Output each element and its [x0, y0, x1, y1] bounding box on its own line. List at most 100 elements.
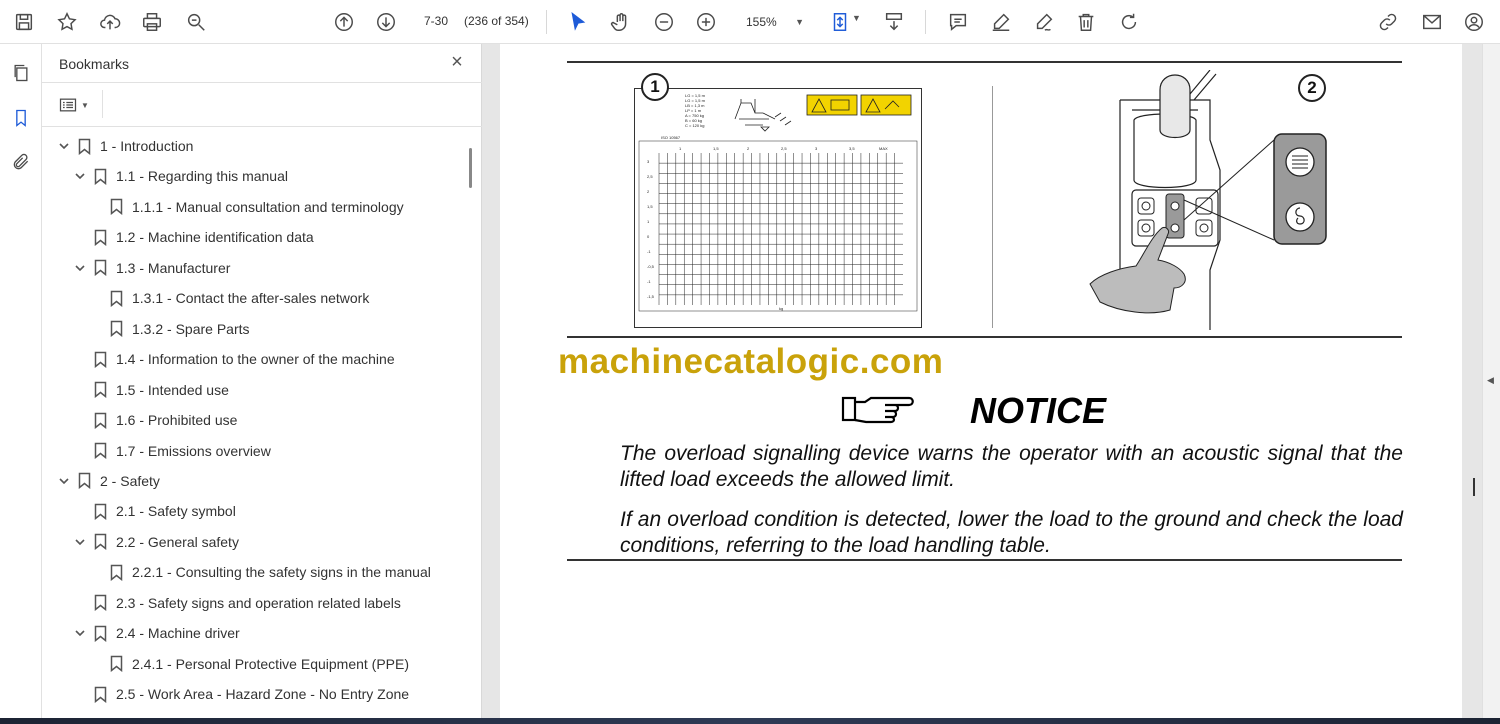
bookmark-label: 1.5 - Intended use — [116, 381, 229, 398]
chart-row-label: 2,5 — [647, 174, 653, 179]
bookmark-icon — [108, 655, 124, 673]
pointing-hand-icon — [841, 396, 914, 424]
fit-page-icon[interactable] — [826, 8, 854, 36]
zoom-out-icon[interactable] — [650, 8, 678, 36]
bookmark-item[interactable]: 1.1.1 - Manual consultation and terminol… — [108, 195, 404, 219]
page-number-input[interactable]: 7-30 — [424, 14, 448, 28]
chevron-down-icon: ▼ — [81, 100, 89, 110]
share-link-icon[interactable] — [1374, 8, 1402, 36]
bookmark-star-icon[interactable] — [53, 8, 81, 36]
bookmark-label: 1.1 - Regarding this manual — [116, 168, 288, 185]
chart-row-label: 2 — [647, 189, 650, 194]
comment-icon[interactable] — [944, 8, 972, 36]
bookmark-item[interactable]: 2.4.1 - Personal Protective Equipment (P… — [108, 652, 409, 676]
bookmark-icon — [108, 198, 124, 216]
chevron-down-icon[interactable] — [72, 534, 88, 550]
bookmark-options-menu[interactable]: ▼ — [58, 94, 92, 116]
bookmark-item[interactable]: 1.5 - Intended use — [72, 378, 229, 402]
list-options-icon — [59, 98, 77, 112]
upload-cloud-icon[interactable] — [96, 8, 124, 36]
attachments-paperclip-icon[interactable] — [8, 149, 34, 175]
bookmark-icon — [92, 624, 108, 642]
bookmark-item[interactable]: 1.3 - Manufacturer — [72, 256, 230, 280]
bookmark-label: 1.4 - Information to the owner of the ma… — [116, 351, 395, 368]
print-icon[interactable] — [138, 8, 166, 36]
bookmark-icon — [108, 563, 124, 581]
notice-paragraph-1: The overload signalling device warns the… — [620, 442, 1403, 491]
hand-tool-icon[interactable] — [607, 8, 635, 36]
draw-sign-icon[interactable] — [1030, 8, 1058, 36]
bookmark-item[interactable]: 1.4 - Information to the owner of the ma… — [72, 347, 395, 371]
bookmark-icon — [92, 533, 108, 551]
bookmark-item[interactable]: 2 - Safety — [56, 469, 160, 493]
chart-max-label: MAX — [879, 146, 888, 151]
save-icon[interactable] — [10, 8, 38, 36]
bookmark-item[interactable]: 2.5 - Work Area - Hazard Zone - No Entry… — [72, 682, 409, 706]
chevron-down-icon[interactable] — [72, 260, 88, 276]
figure-number-1: 1 — [641, 73, 669, 101]
chevron-down-icon[interactable] — [56, 473, 72, 489]
zoom-search-icon[interactable] — [182, 8, 210, 36]
bookmark-item[interactable]: 2.2.1 - Consulting the safety signs in t… — [108, 560, 431, 584]
page-thumbnails-icon[interactable] — [8, 60, 34, 86]
notice-heading: NOTICE — [970, 390, 1107, 431]
svg-text:C = 120 kg: C = 120 kg — [685, 123, 704, 128]
bookmark-item[interactable]: 1.6 - Prohibited use — [72, 408, 237, 432]
previous-page-icon[interactable] — [330, 8, 358, 36]
bookmark-label: 1.2 - Machine identification data — [116, 229, 314, 246]
bookmark-label: 1.1.1 - Manual consultation and terminol… — [132, 198, 404, 215]
bookmarks-icon[interactable] — [8, 105, 34, 131]
chevron-down-icon[interactable] — [72, 625, 88, 641]
bookmark-icon — [92, 381, 108, 399]
highlight-pen-icon[interactable] — [987, 8, 1015, 36]
bookmark-item[interactable]: 1.1 - Regarding this manual — [72, 164, 288, 188]
zoom-in-icon[interactable] — [692, 8, 720, 36]
chevron-down-icon[interactable] — [56, 138, 72, 154]
scrollbar[interactable] — [468, 132, 478, 718]
next-page-icon[interactable] — [372, 8, 400, 36]
bookmark-icon — [92, 411, 108, 429]
fit-chevron-icon[interactable]: ▼ — [852, 13, 861, 23]
bookmark-item[interactable]: 1.3.1 - Contact the after-sales network — [108, 286, 369, 310]
delete-icon[interactable] — [1072, 8, 1100, 36]
bookmark-item[interactable]: 1.2 - Machine identification data — [72, 225, 314, 249]
bookmark-item[interactable]: 2.4 - Machine driver — [72, 621, 240, 645]
bookmarks-panel: Bookmarks × ▼ 1 - Introduction 1.1 - Rega… — [42, 44, 482, 718]
taskbar-strip — [0, 718, 1500, 724]
expand-right-panel-arrow-icon[interactable]: ◀ — [1487, 375, 1497, 385]
bookmark-icon — [92, 502, 108, 520]
divider — [42, 126, 482, 127]
bookmark-icon — [92, 685, 108, 703]
redo-icon[interactable] — [1115, 8, 1143, 36]
bookmark-item[interactable]: 1.7 - Emissions overview — [72, 439, 271, 463]
bookmark-item[interactable]: 2.2 - General safety — [72, 530, 239, 554]
email-icon[interactable] — [1418, 8, 1446, 36]
scrollbar-thumb[interactable] — [469, 148, 472, 188]
load-chart-figure: LG = 1,5 m LG = 1,5 m LB = 1,3 m LP = 1 mA… — [634, 73, 922, 328]
chart-row-label: 0 — [647, 234, 650, 239]
select-cursor-icon[interactable] — [564, 8, 592, 36]
bookmark-item[interactable]: 1 - Introduction — [56, 134, 193, 158]
account-icon[interactable] — [1460, 8, 1488, 36]
chart-row-label: -1 — [647, 249, 651, 254]
control-panel-figure: 2 — [1060, 69, 1340, 332]
bookmark-icon — [76, 137, 92, 155]
zoom-level-select[interactable]: 155% ▼ — [736, 10, 808, 34]
notice-paragraph-2: If an overload condition is detected, lo… — [620, 508, 1403, 557]
bookmark-label: 2.2.1 - Consulting the safety signs in t… — [132, 564, 431, 581]
control-panel-drawing — [1089, 69, 1327, 330]
chart-row-label: 1,5 — [647, 204, 653, 209]
close-icon[interactable]: × — [447, 52, 467, 73]
chart-col-label: 2,5 — [781, 146, 787, 151]
bookmark-icon — [92, 228, 108, 246]
chevron-down-icon[interactable] — [72, 168, 88, 184]
scroll-mode-icon[interactable] — [880, 8, 908, 36]
bookmark-item[interactable]: 2.1 - Safety symbol — [72, 499, 236, 523]
bookmark-item[interactable]: 1.3.2 - Spare Parts — [108, 317, 250, 341]
bookmark-item[interactable]: 2.3 - Safety signs and operation related… — [72, 591, 401, 615]
toolbar-divider — [925, 10, 926, 34]
